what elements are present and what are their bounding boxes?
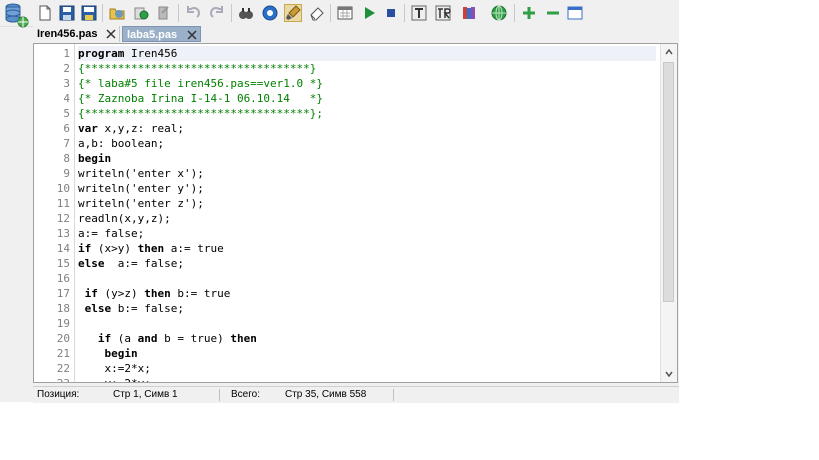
toolbar-separator	[514, 4, 515, 22]
template-r-icon[interactable]	[434, 4, 452, 22]
line-number: 18	[56, 302, 70, 315]
window-icon[interactable]	[566, 4, 584, 22]
position-value: Стр 1, Симв 1	[113, 389, 178, 400]
template-icon[interactable]	[410, 4, 428, 22]
line-number: 6	[63, 122, 70, 135]
tab-label: Iren456.pas	[37, 28, 98, 40]
library-icon[interactable]	[460, 4, 478, 22]
code-line[interactable]: if (x>y) then a:= true	[78, 241, 224, 256]
line-number: 16	[56, 272, 70, 285]
redo-icon[interactable]	[208, 4, 226, 22]
line-number: 4	[63, 92, 70, 105]
tab-label: laba5.pas	[127, 29, 178, 41]
line-number: 22	[56, 362, 70, 375]
status-divider	[219, 389, 220, 401]
database-network-icon	[4, 2, 30, 30]
save-all-icon[interactable]	[80, 4, 98, 22]
code-line[interactable]: a:= false;	[78, 226, 144, 241]
code-line[interactable]: else a:= false;	[78, 256, 184, 271]
toolbar-separator	[404, 4, 405, 22]
total-label: Всего:	[231, 389, 260, 400]
new-file-icon[interactable]	[36, 4, 54, 22]
toolbar-separator	[231, 4, 232, 22]
code-line[interactable]: a,b: boolean;	[78, 136, 164, 151]
code-line[interactable]: writeln('enter z');	[78, 196, 204, 211]
pascal-ide-window: Iren456.pas laba5.pas 1 2 3 4 5 6 7 8 9 10 11 12 13 1…	[0, 0, 679, 403]
tab-bar: Iren456.pas laba5.pas	[33, 26, 679, 43]
run-icon[interactable]	[360, 4, 378, 22]
line-number: 8	[63, 152, 70, 165]
clear-icon[interactable]	[308, 4, 326, 22]
line-number: 19	[56, 317, 70, 330]
line-number: 5	[63, 107, 70, 120]
line-number: 11	[56, 197, 70, 210]
comment-line[interactable]: {**********************************}	[78, 61, 316, 76]
code-line[interactable]: y:=2*y;	[78, 376, 150, 382]
line-number: 3	[63, 77, 70, 90]
line-number: 13	[56, 227, 70, 240]
paste-icon[interactable]	[154, 4, 172, 22]
vertical-scrollbar[interactable]	[660, 44, 677, 382]
code-line[interactable]: readln(x,y,z);	[78, 211, 171, 226]
find-next-icon[interactable]	[261, 4, 279, 22]
code-line[interactable]: if (y>z) then b:= true	[78, 286, 231, 301]
comment-line[interactable]: {* laba#5 file iren456.pas==ver1.0 *}	[78, 76, 323, 91]
status-bar: Позиция: Стр 1, Симв 1 Всего: Стр 35, Си…	[33, 386, 679, 403]
stop-icon[interactable]	[382, 4, 400, 22]
line-number: 15	[56, 257, 70, 270]
chevron-up-icon[interactable]	[665, 48, 673, 56]
code-line[interactable]: begin	[78, 346, 138, 361]
close-icon[interactable]	[187, 30, 197, 40]
code-editor[interactable]: 1234567891011121314151617181920212223 pr…	[33, 43, 678, 383]
position-label: Позиция:	[37, 389, 80, 400]
scrollbar-thumb[interactable]	[663, 62, 674, 302]
total-value: Стр 35, Симв 558	[285, 389, 367, 400]
code-line[interactable]: x:=2*x;	[78, 361, 150, 376]
code-line[interactable]: if (a and b = true) then	[78, 331, 257, 346]
line-number: 2	[63, 62, 70, 75]
status-divider	[393, 389, 394, 401]
line-number-gutter: 1234567891011121314151617181920212223	[34, 44, 75, 382]
chevron-down-icon[interactable]	[665, 370, 673, 378]
calendar-icon[interactable]	[336, 4, 354, 22]
save-icon[interactable]	[58, 4, 76, 22]
line-number: 23	[34, 376, 70, 382]
line-number: 20	[56, 332, 70, 345]
code-line[interactable]: else b:= false;	[78, 301, 184, 316]
toolbar-separator	[102, 4, 103, 22]
tab-iren456[interactable]: Iren456.pas	[33, 26, 120, 42]
globe-icon[interactable]	[490, 4, 508, 22]
minus-icon[interactable]	[544, 4, 562, 22]
line-number: 7	[63, 137, 70, 150]
toolbar-separator	[330, 4, 331, 22]
line-number: 10	[56, 182, 70, 195]
line-number: 21	[56, 347, 70, 360]
line-number: 12	[56, 212, 70, 225]
tab-laba5[interactable]: laba5.pas	[122, 26, 201, 42]
toolbar	[0, 0, 679, 30]
close-icon[interactable]	[106, 29, 116, 39]
code-line[interactable]: var x,y,z: real;	[78, 121, 184, 136]
line-number: 9	[63, 167, 70, 180]
undo-icon[interactable]	[184, 4, 202, 22]
code-line[interactable]: begin	[78, 151, 111, 166]
line-number: 1	[63, 47, 70, 60]
code-line[interactable]: writeln('enter y');	[78, 181, 204, 196]
line-number: 14	[56, 242, 70, 255]
code-line[interactable]: program Iren456	[78, 46, 656, 61]
comment-line[interactable]: {* Zaznoba Irina I-14-1 06.10.14 *}	[78, 91, 323, 106]
find-icon[interactable]	[237, 4, 255, 22]
line-number: 17	[56, 287, 70, 300]
open-folder-icon[interactable]	[108, 4, 126, 22]
clean-icon[interactable]	[284, 4, 302, 22]
reopen-icon[interactable]	[132, 4, 150, 22]
comment-line[interactable]: {**********************************};	[78, 106, 323, 121]
plus-icon[interactable]	[520, 4, 538, 22]
toolbar-separator	[178, 4, 179, 22]
code-line[interactable]: writeln('enter x');	[78, 166, 204, 181]
